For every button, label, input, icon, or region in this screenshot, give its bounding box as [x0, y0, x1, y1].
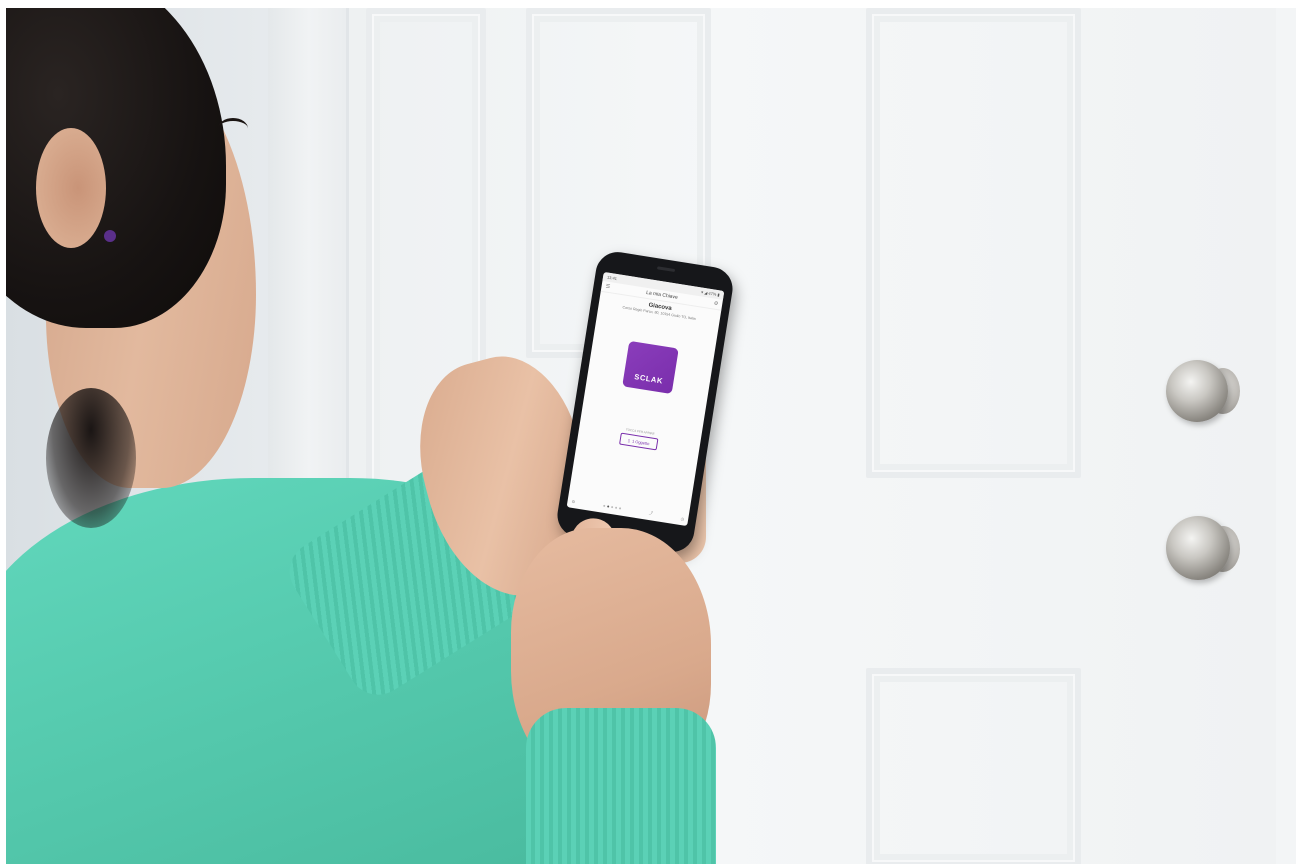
earring: [104, 230, 116, 242]
page-dot-active: [606, 505, 610, 508]
eyelash: [218, 118, 248, 139]
app-title: La mia Chiave: [645, 289, 679, 301]
sclak-open-button[interactable]: SCLAK: [622, 340, 679, 395]
hamburger-icon[interactable]: ☰: [605, 283, 610, 290]
hair-strand: [46, 388, 136, 528]
phone-screen[interactable]: 13:41 ▾ ◢ 47% ▮ ☰ La mia Chiave ⚙ Giacov…: [566, 271, 725, 527]
status-time: 13:41: [606, 274, 618, 282]
logo-text: SCLAK: [633, 372, 664, 386]
history-icon[interactable]: ◷: [680, 516, 684, 521]
ear: [36, 128, 106, 248]
page-dot: [614, 506, 618, 509]
page-dot: [610, 505, 614, 509]
photo: 13:41 ▾ ◢ 47% ▮ ☰ La mia Chiave ⚙ Giacov…: [6, 8, 1296, 864]
object-button-label: 1 Oggetto: [631, 437, 650, 446]
door-panel: [866, 8, 1081, 478]
deadbolt-knob: [1166, 360, 1228, 422]
door-panel: [866, 668, 1081, 864]
settings-icon[interactable]: ⚙: [571, 498, 575, 504]
page-dot: [618, 507, 622, 510]
page-indicator: [602, 504, 622, 510]
right-sleeve: [526, 708, 716, 864]
gear-icon[interactable]: ⚙: [713, 301, 718, 308]
page-dot: [602, 504, 606, 508]
door-icon: ▯: [627, 437, 631, 443]
phone-speaker: [656, 266, 676, 273]
door-knob: [1166, 516, 1230, 580]
share-icon[interactable]: ⤴: [648, 510, 654, 517]
